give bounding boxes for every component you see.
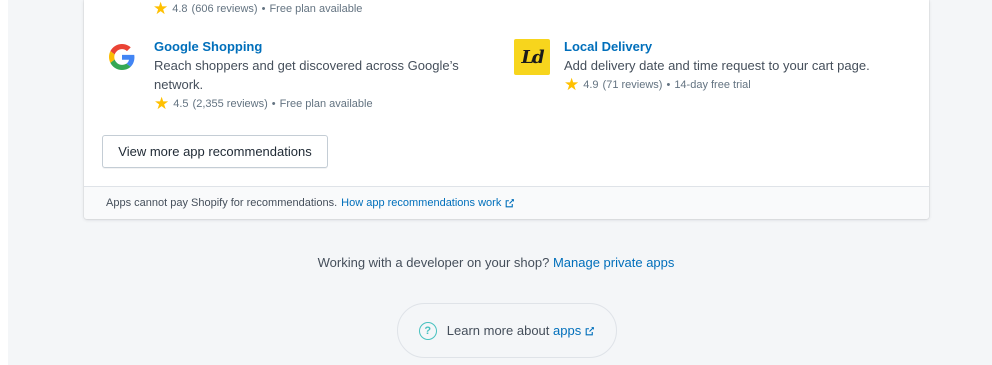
app-description: Reach shoppers and get discovered across… xyxy=(154,58,459,92)
app-pricing: Free plan available xyxy=(279,98,373,110)
learn-more-apps-link[interactable]: apps xyxy=(553,323,595,338)
star-icon: ★ xyxy=(154,94,170,113)
app-item-local-delivery: Ld Local Delivery Add delivery date and … xyxy=(514,39,870,94)
local-delivery-logo-icon[interactable]: Ld xyxy=(514,39,550,75)
star-icon: ★ xyxy=(564,75,580,94)
app-reviews: (606 reviews) xyxy=(191,3,258,15)
how-recommendations-work-link[interactable]: How app recommendations work xyxy=(341,197,515,209)
app-rating: 4.5 xyxy=(173,98,189,110)
recommendations-disclaimer: Apps cannot pay Shopify for recommendati… xyxy=(84,186,929,219)
app-meta: ★ 4.9 (71 reviews) • 14-day free trial xyxy=(564,75,870,94)
learn-more-text-group: Learn more about apps xyxy=(447,323,595,338)
developer-text: Working with a developer on your shop? xyxy=(317,255,550,270)
app-reviews: (71 reviews) xyxy=(602,79,663,91)
app-name-link[interactable]: Google Shopping xyxy=(154,39,474,55)
view-more-recommendations-button[interactable]: View more app recommendations xyxy=(102,135,328,168)
app-reviews: (2,355 reviews) xyxy=(192,98,268,110)
app-rating: 4.9 xyxy=(583,79,599,91)
external-link-icon xyxy=(505,198,515,207)
app-recommendations-card: ★ 4.8 (606 reviews) • Free plan availabl… xyxy=(84,0,929,219)
link-label: How app recommendations work xyxy=(341,197,502,209)
app-meta: ★ 4.5 (2,355 reviews) • Free plan availa… xyxy=(154,94,474,113)
app-pricing: 14-day free trial xyxy=(674,79,751,91)
app-name-link[interactable]: Local Delivery xyxy=(564,39,870,55)
meta-separator: • xyxy=(261,3,266,15)
disclaimer-text: Apps cannot pay Shopify for recommendati… xyxy=(106,197,338,209)
local-delivery-logo-mark: Ld xyxy=(514,39,550,75)
app-item-google-shopping: Google Shopping Reach shoppers and get d… xyxy=(104,39,474,113)
help-question-icon: ? xyxy=(418,321,437,340)
google-logo-icon[interactable] xyxy=(104,39,140,75)
previous-app-meta: ★ 4.8 (606 reviews) • Free plan availabl… xyxy=(153,0,363,18)
learn-more-pill: ? Learn more about apps xyxy=(397,303,617,358)
meta-separator: • xyxy=(666,79,671,91)
learn-more-text: Learn more about xyxy=(446,323,550,338)
star-icon: ★ xyxy=(153,0,169,18)
developer-line: Working with a developer on your shop? M… xyxy=(0,255,992,270)
external-link-icon xyxy=(585,327,595,336)
meta-separator: • xyxy=(271,98,276,110)
manage-private-apps-link[interactable]: Manage private apps xyxy=(553,255,674,270)
app-pricing: Free plan available xyxy=(269,3,363,15)
link-label: apps xyxy=(553,323,582,338)
app-description: Add delivery date and time request to yo… xyxy=(564,58,870,73)
app-rating: 4.8 xyxy=(172,3,188,15)
